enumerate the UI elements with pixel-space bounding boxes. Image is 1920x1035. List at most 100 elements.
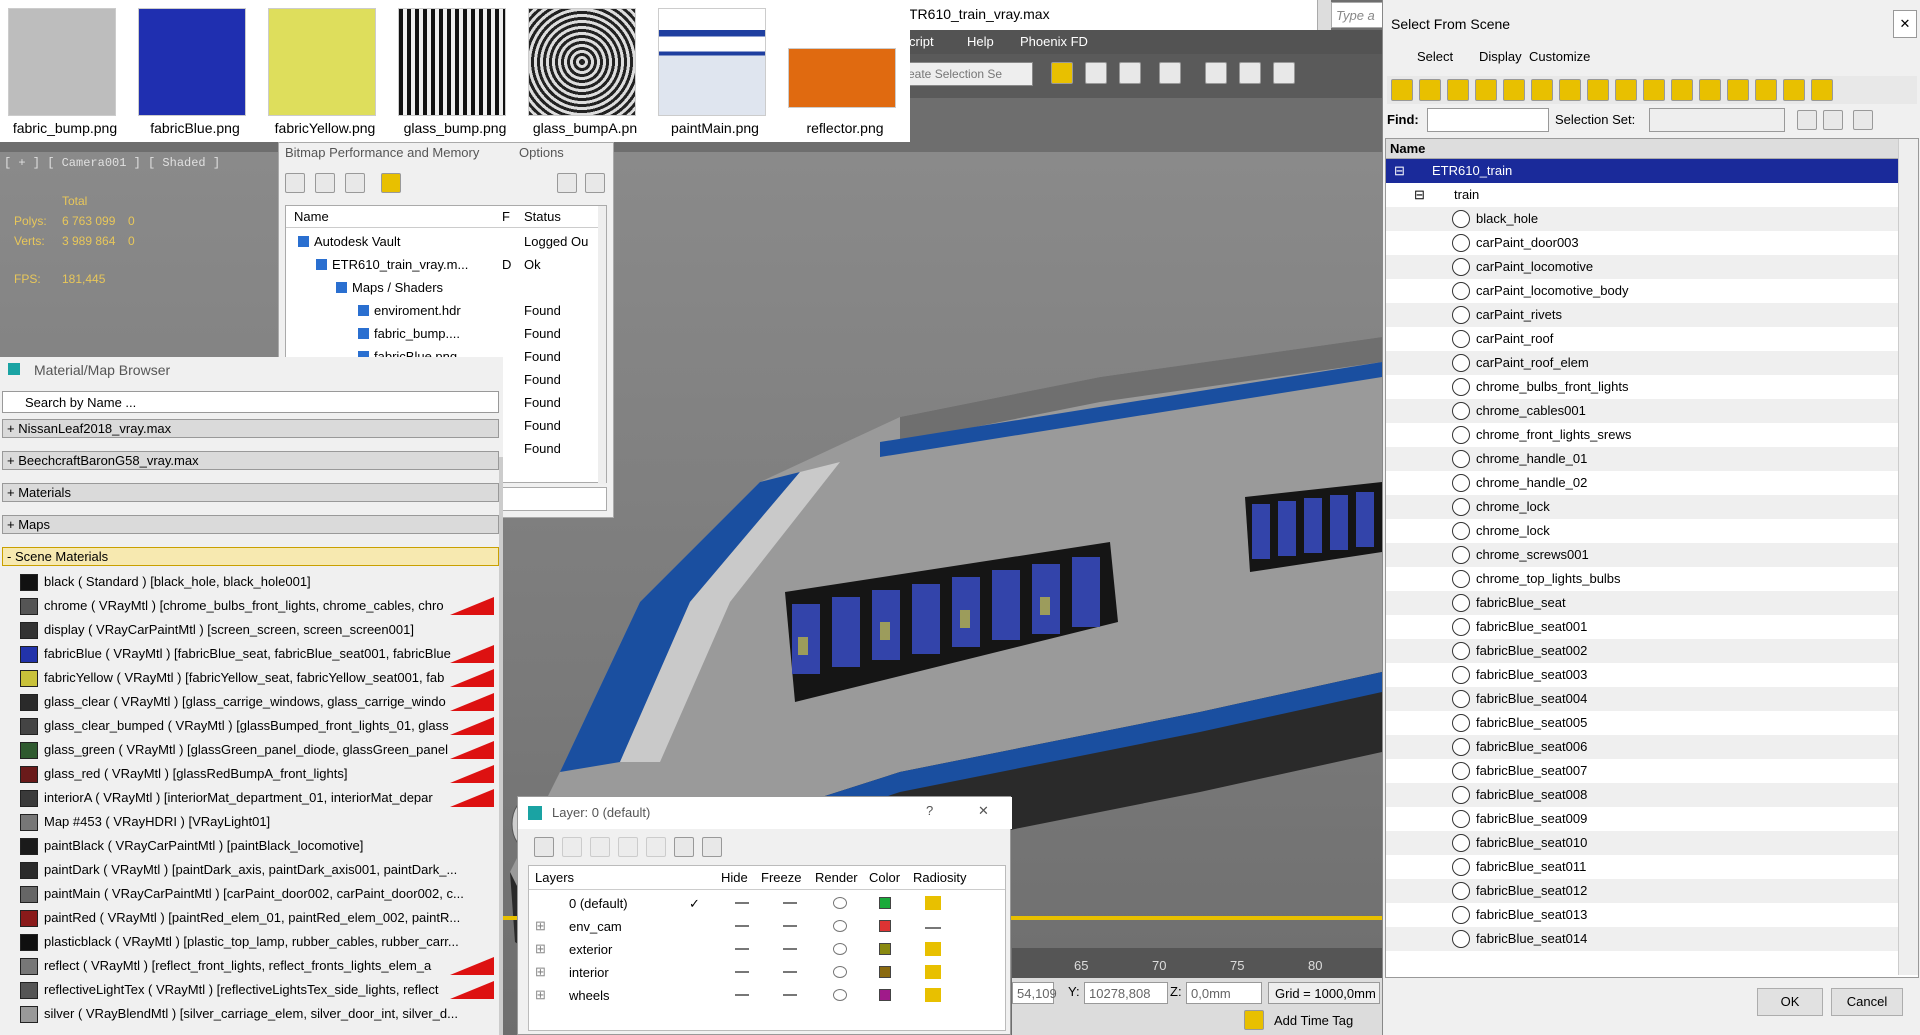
layer-row[interactable]: 0 (default) ✓	[529, 892, 1005, 915]
menu-display[interactable]: Display	[1479, 49, 1522, 64]
add-to-layer-icon[interactable]	[590, 837, 610, 857]
bitmap-row[interactable]: Autodesk Vault Logged Ou	[286, 230, 598, 253]
browser-group[interactable]: - Scene Materials	[2, 547, 499, 566]
thumbnail[interactable]: glass_bumpA.pn	[520, 0, 637, 142]
tree-item[interactable]: chrome_front_lights_srews	[1386, 423, 1911, 447]
layer-row[interactable]: ⊞ exterior	[529, 938, 1005, 961]
toolbar-icon-5[interactable]	[1205, 62, 1227, 84]
layer-color-swatch[interactable]	[879, 897, 891, 909]
material-item[interactable]: glass_green ( VRayMtl ) [glassGreen_pane…	[18, 739, 494, 761]
layer-color-swatch[interactable]	[879, 943, 891, 955]
tree-item[interactable]: chrome_lock	[1386, 519, 1911, 543]
render-teapot-icon[interactable]	[833, 989, 847, 1001]
hide-toggle[interactable]	[735, 971, 749, 973]
tree-item[interactable]: fabricBlue_seat005	[1386, 711, 1911, 735]
toolbar-icon-2[interactable]	[1085, 62, 1107, 84]
highlight-layer-icon[interactable]	[646, 837, 666, 857]
help-icon[interactable]	[585, 173, 605, 193]
tree-item[interactable]: fabricBlue_seat014	[1386, 927, 1911, 951]
column-radiosity[interactable]: Radiosity	[913, 870, 966, 885]
tree-root[interactable]: ⊟ ETR610_train	[1386, 159, 1898, 183]
y-coordinate-field[interactable]: 10278,808	[1089, 986, 1150, 1001]
browser-group[interactable]: + BeechcraftBaronG58_vray.max	[2, 451, 499, 470]
toolbar-icon-6[interactable]	[1239, 62, 1261, 84]
toolbar-icon-1[interactable]	[1051, 62, 1073, 84]
tree-item[interactable]: chrome_bulbs_front_lights	[1386, 375, 1911, 399]
material-item[interactable]: black ( Standard ) [black_hole, black_ho…	[18, 571, 494, 593]
menu-script[interactable]: cript	[909, 34, 934, 49]
column-hide[interactable]: Hide	[721, 870, 748, 885]
toolbar-icon-4[interactable]	[1159, 62, 1181, 84]
column-name[interactable]: Name	[294, 209, 329, 224]
material-item[interactable]: glass_red ( VRayMtl ) [glassRedBumpA_fro…	[18, 763, 494, 785]
column-layers[interactable]: Layers	[535, 870, 574, 885]
freeze-toggle[interactable]	[783, 948, 797, 950]
tree-item[interactable]: fabricBlue_seat013	[1386, 903, 1911, 927]
thumbnail[interactable]: fabricYellow.png	[260, 0, 376, 142]
tree-item[interactable]: chrome_cables001	[1386, 399, 1911, 423]
thumbnail[interactable]: fabric_bump.png	[0, 0, 117, 142]
ok-button[interactable]: OK	[1757, 988, 1823, 1016]
selection-set-dropdown[interactable]: eate Selection Se	[908, 67, 1002, 81]
thumbnail[interactable]: fabricBlue.png	[130, 0, 246, 142]
radiosity-icon[interactable]	[925, 965, 941, 979]
layer-row[interactable]: ⊞ env_cam	[529, 915, 1005, 938]
material-item[interactable]: reflect ( VRayMtl ) [reflect_front_light…	[18, 955, 494, 977]
material-item[interactable]: fabricYellow ( VRayMtl ) [fabricYellow_s…	[18, 667, 494, 689]
column-freeze[interactable]: Freeze	[761, 870, 801, 885]
hide-toggle[interactable]	[735, 994, 749, 996]
bitmap-row[interactable]: enviroment.hdr Found	[286, 299, 598, 322]
material-item[interactable]: Map #453 ( VRayHDRI ) [VRayLight01]	[18, 811, 494, 833]
thumbnail[interactable]: paintMain.png	[650, 0, 766, 142]
filter-icon[interactable]	[1699, 79, 1721, 101]
help-button[interactable]: ?	[926, 803, 933, 818]
close-button[interactable]: ✕	[978, 803, 989, 819]
column-status[interactable]: Status	[524, 209, 561, 224]
tree-child[interactable]: ⊟ train	[1386, 183, 1898, 207]
toolbar-icon-7[interactable]	[1273, 62, 1295, 84]
tree-scrollbar[interactable]	[1898, 139, 1918, 975]
filter-icon[interactable]	[1559, 79, 1581, 101]
material-item[interactable]: display ( VRayCarPaintMtl ) [screen_scre…	[18, 619, 494, 641]
material-item[interactable]: fabricBlue ( VRayMtl ) [fabricBlue_seat,…	[18, 643, 494, 665]
render-teapot-icon[interactable]	[833, 897, 847, 909]
thumbnail-view-icon[interactable]	[345, 173, 365, 193]
tree-item[interactable]: fabricBlue_seat008	[1386, 783, 1911, 807]
tree-item[interactable]: chrome_handle_02	[1386, 471, 1911, 495]
tree-item[interactable]: carPaint_roof	[1386, 327, 1911, 351]
filter-icon[interactable]	[1419, 79, 1441, 101]
tree-item[interactable]: carPaint_roof_elem	[1386, 351, 1911, 375]
tree-item[interactable]: chrome_handle_01	[1386, 447, 1911, 471]
select-objects-icon[interactable]	[618, 837, 638, 857]
vault-icon[interactable]	[557, 173, 577, 193]
thumbnail[interactable]: reflector.png	[780, 0, 896, 142]
tree-item[interactable]: fabricBlue_seat007	[1386, 759, 1911, 783]
time-tag-icon[interactable]	[1244, 1010, 1264, 1030]
filter-icon[interactable]	[1643, 79, 1665, 101]
menu-customize[interactable]: Customize	[1529, 49, 1590, 64]
tree-item[interactable]: fabricBlue_seat001	[1386, 615, 1911, 639]
material-item[interactable]: paintDark ( VRayMtl ) [paintDark_axis, p…	[18, 859, 494, 881]
selection-set-dropdown[interactable]	[1649, 108, 1785, 132]
list-icon[interactable]	[315, 173, 335, 193]
expand-icon[interactable]: ⊞	[535, 941, 546, 957]
layer-color-swatch[interactable]	[879, 989, 891, 1001]
radiosity-icon[interactable]	[925, 896, 941, 910]
filter-icon[interactable]	[1755, 79, 1777, 101]
checkmark-icon[interactable]: ✓	[689, 896, 700, 912]
freeze-toggle[interactable]	[783, 902, 797, 904]
freeze-toggle[interactable]	[783, 971, 797, 973]
filter-icon[interactable]	[1615, 79, 1637, 101]
tree-item[interactable]: chrome_lock	[1386, 495, 1911, 519]
hide-toggle[interactable]	[735, 948, 749, 950]
render-teapot-icon[interactable]	[833, 966, 847, 978]
tree-item[interactable]: black_hole	[1386, 207, 1911, 231]
bitmap-row[interactable]: ETR610_train_vray.m... D Ok	[286, 253, 598, 276]
radiosity-icon[interactable]	[925, 942, 941, 956]
render-teapot-icon[interactable]	[833, 943, 847, 955]
filter-icon[interactable]	[1811, 79, 1833, 101]
hide-toggle[interactable]	[735, 902, 749, 904]
filter-icon[interactable]	[1783, 79, 1805, 101]
selset-icon-3[interactable]	[1853, 110, 1873, 130]
tree-item[interactable]: fabricBlue_seat009	[1386, 807, 1911, 831]
